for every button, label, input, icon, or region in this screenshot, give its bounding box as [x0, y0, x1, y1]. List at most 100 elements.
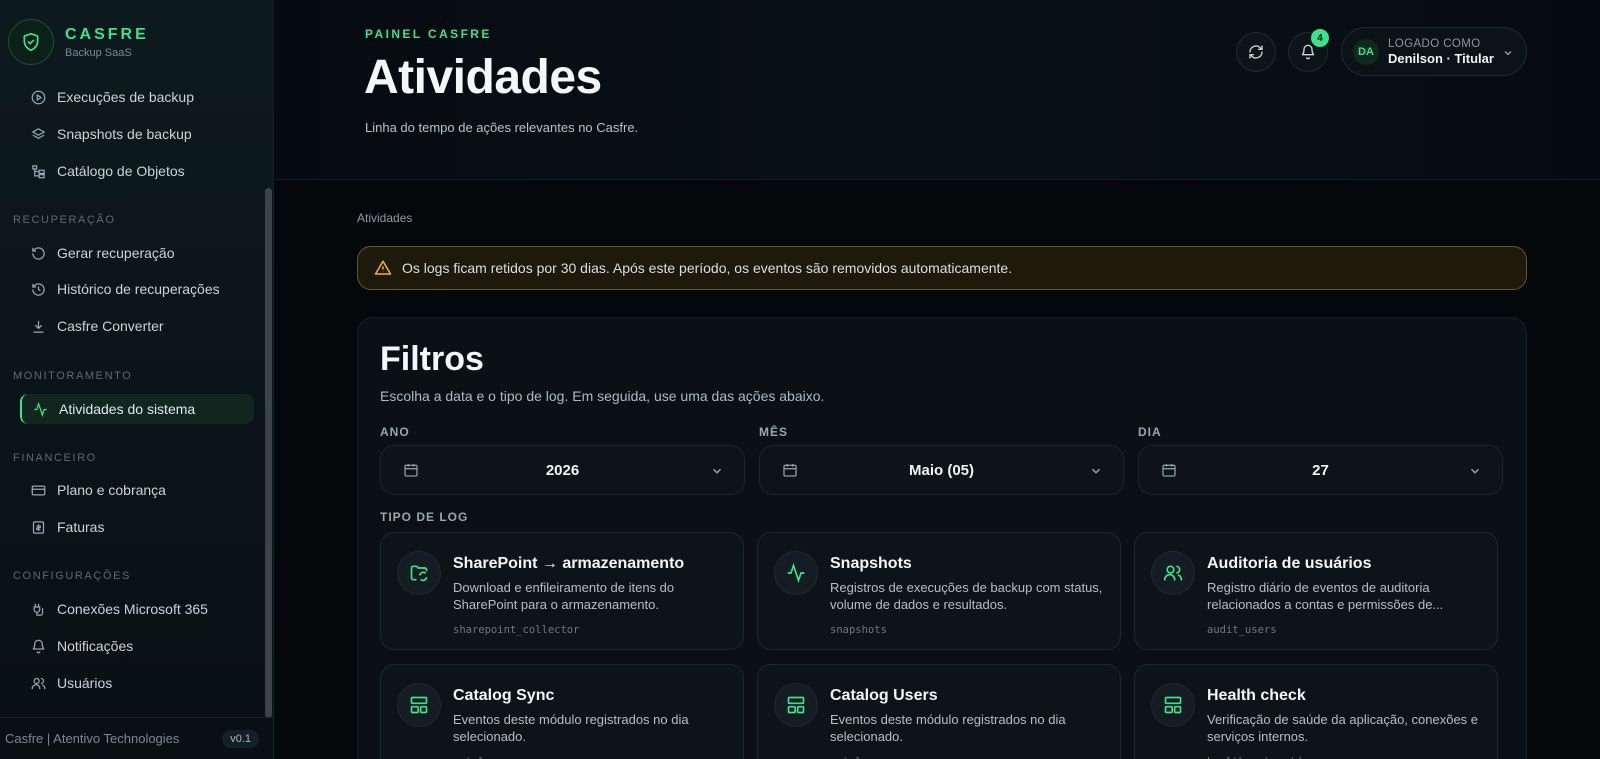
sidebar-item-label: Histórico de recuperações — [57, 281, 220, 297]
refresh-icon — [1248, 44, 1264, 60]
sidebar-item-converter[interactable]: Casfre Converter — [20, 311, 254, 341]
section-configuracoes: CONFIGURAÇÕES — [13, 570, 131, 582]
sidebar-item-gerar-recuperacao[interactable]: Gerar recuperação — [20, 238, 254, 268]
history-icon — [31, 281, 47, 297]
sidebar-item-label: Execuções de backup — [57, 89, 194, 105]
chevron-down-icon — [710, 464, 724, 482]
sidebar: CASFRE Backup SaaS Execuções de backup S… — [0, 0, 274, 759]
card-description: Registros de execuções de backup com sta… — [830, 580, 1103, 612]
calendar-icon — [1161, 462, 1177, 482]
retention-alert: Os logs ficam retidos por 30 dias. Após … — [357, 246, 1527, 290]
brand-name: CASFRE — [65, 25, 149, 43]
log-type-card-audit-users[interactable]: Auditoria de usuários Registro diário de… — [1134, 532, 1498, 650]
avatar: DA — [1353, 38, 1379, 65]
sidebar-item-label: Faturas — [57, 519, 105, 535]
activity-icon — [774, 551, 818, 595]
user-menu[interactable]: DA LOGADO COMO Denilson · Titular — [1341, 27, 1527, 76]
users-icon — [1151, 551, 1195, 595]
card-description: Registro diário de eventos de auditoria … — [1207, 580, 1444, 612]
card-description: Eventos deste módulo registrados no dia … — [830, 712, 1066, 744]
notifications-button[interactable]: 4 — [1288, 29, 1329, 72]
card-title: SharePoint → armazenamento — [453, 555, 685, 572]
year-label: ANO — [380, 425, 410, 439]
month-value: Maio (05) — [908, 461, 974, 479]
folder-sync-icon — [397, 551, 441, 595]
card-title: Catalog Users — [830, 687, 938, 704]
chevron-down-icon — [1502, 46, 1514, 64]
refresh-button[interactable] — [1236, 32, 1276, 72]
log-type-card-snapshots[interactable]: Snapshots Registros de execuções de back… — [757, 532, 1121, 650]
calendar-icon — [403, 462, 419, 482]
log-type-card-catalog-users[interactable]: Catalog Users Eventos deste módulo regis… — [757, 664, 1121, 759]
card-description: Eventos deste módulo registrados no dia … — [453, 712, 689, 744]
user-label: LOGADO COMO — [1388, 37, 1481, 50]
filters-panel: Filtros Escolha a data e o tipo de log. … — [357, 317, 1527, 759]
page-description: Linha do tempo de ações relevantes no Ca… — [365, 120, 639, 135]
credit-card-icon — [31, 482, 47, 498]
sidebar-scrollbar[interactable] — [265, 188, 272, 718]
log-type-label: TIPO DE LOG — [380, 510, 469, 524]
day-value: 27 — [1312, 461, 1329, 479]
sidebar-footer: Casfre | Atentivo Technologies v0.1 — [0, 717, 273, 759]
card-code: sharepoint_collector — [453, 624, 580, 636]
sidebar-item-catalogo[interactable]: Catálogo de Objetos — [20, 156, 254, 186]
play-circle-icon — [31, 89, 47, 105]
sidebar-item-label: Gerar recuperação — [57, 245, 175, 261]
bell-icon — [31, 638, 47, 654]
version-badge: v0.1 — [222, 729, 259, 748]
sidebar-item-notificacoes[interactable]: Notificações — [20, 631, 254, 661]
warning-icon — [374, 259, 392, 277]
sidebar-item-label: Catálogo de Objetos — [57, 163, 185, 179]
chevron-down-icon — [1468, 464, 1482, 482]
card-description: Download e enfileiramento de itens do Sh… — [453, 580, 675, 612]
layout-icon — [774, 683, 818, 727]
layout-icon — [397, 683, 441, 727]
brand-subtitle: Backup SaaS — [65, 46, 132, 59]
breadcrumb[interactable]: Atividades — [357, 211, 412, 225]
bell-icon — [1300, 44, 1316, 60]
sidebar-item-plano[interactable]: Plano e cobrança — [20, 475, 254, 505]
section-financeiro: FINANCEIRO — [13, 452, 97, 464]
filters-description: Escolha a data e o tipo de log. Em segui… — [380, 388, 825, 404]
alert-text: Os logs ficam retidos por 30 dias. Após … — [402, 260, 1013, 276]
folder-tree-icon — [31, 163, 47, 179]
users-icon — [31, 675, 47, 691]
month-select[interactable]: Maio (05) — [759, 445, 1124, 495]
card-title: Catalog Sync — [453, 687, 555, 704]
sidebar-item-faturas[interactable]: Faturas — [20, 512, 254, 542]
layers-icon — [31, 126, 47, 142]
sidebar-item-snapshots[interactable]: Snapshots de backup — [20, 119, 254, 149]
day-label: DIA — [1138, 425, 1162, 439]
page-eyebrow: PAINEL CASFRE — [365, 27, 492, 41]
receipt-icon — [31, 519, 47, 535]
year-value: 2026 — [545, 461, 580, 479]
sidebar-item-execucoes[interactable]: Execuções de backup — [20, 82, 254, 112]
page-header: PAINEL CASFRE Atividades Linha do tempo … — [275, 0, 1600, 180]
log-type-card-catalog-sync[interactable]: Catalog Sync Eventos deste módulo regist… — [380, 664, 744, 759]
activity-icon — [33, 401, 49, 417]
year-select[interactable]: 2026 — [380, 445, 745, 495]
section-monitoramento: MONITORAMENTO — [13, 370, 133, 382]
download-icon — [31, 318, 47, 334]
sidebar-item-usuarios[interactable]: Usuários — [20, 668, 254, 698]
sidebar-item-historico[interactable]: Histórico de recuperações — [20, 274, 254, 304]
sidebar-item-atividades[interactable]: Atividades do sistema — [20, 394, 254, 424]
log-type-card-sharepoint[interactable]: SharePoint → armazenamento Download e en… — [380, 532, 744, 650]
card-description: Verificação de saúde da aplicação, conex… — [1207, 712, 1479, 744]
sidebar-item-conexoes[interactable]: Conexões Microsoft 365 — [20, 594, 254, 624]
sidebar-item-label: Conexões Microsoft 365 — [57, 601, 208, 617]
brand[interactable]: CASFRE Backup SaaS — [8, 19, 149, 65]
user-name: Denilson · Titular — [1388, 50, 1494, 66]
section-recuperacao: RECUPERAÇÃO — [13, 214, 116, 226]
sidebar-item-label: Snapshots de backup — [57, 126, 192, 142]
log-type-card-health-check[interactable]: Health check Verificação de saúde da apl… — [1134, 664, 1498, 759]
card-title: Snapshots — [830, 555, 912, 572]
plug-icon — [31, 601, 47, 617]
sidebar-item-label: Usuários — [57, 675, 113, 691]
page-title: Atividades — [364, 51, 602, 104]
day-select[interactable]: 27 — [1138, 445, 1503, 495]
month-label: MÊS — [759, 425, 789, 439]
footer-text: Casfre | Atentivo Technologies — [5, 731, 180, 746]
layout-icon — [1151, 683, 1195, 727]
chevron-down-icon — [1089, 464, 1103, 482]
